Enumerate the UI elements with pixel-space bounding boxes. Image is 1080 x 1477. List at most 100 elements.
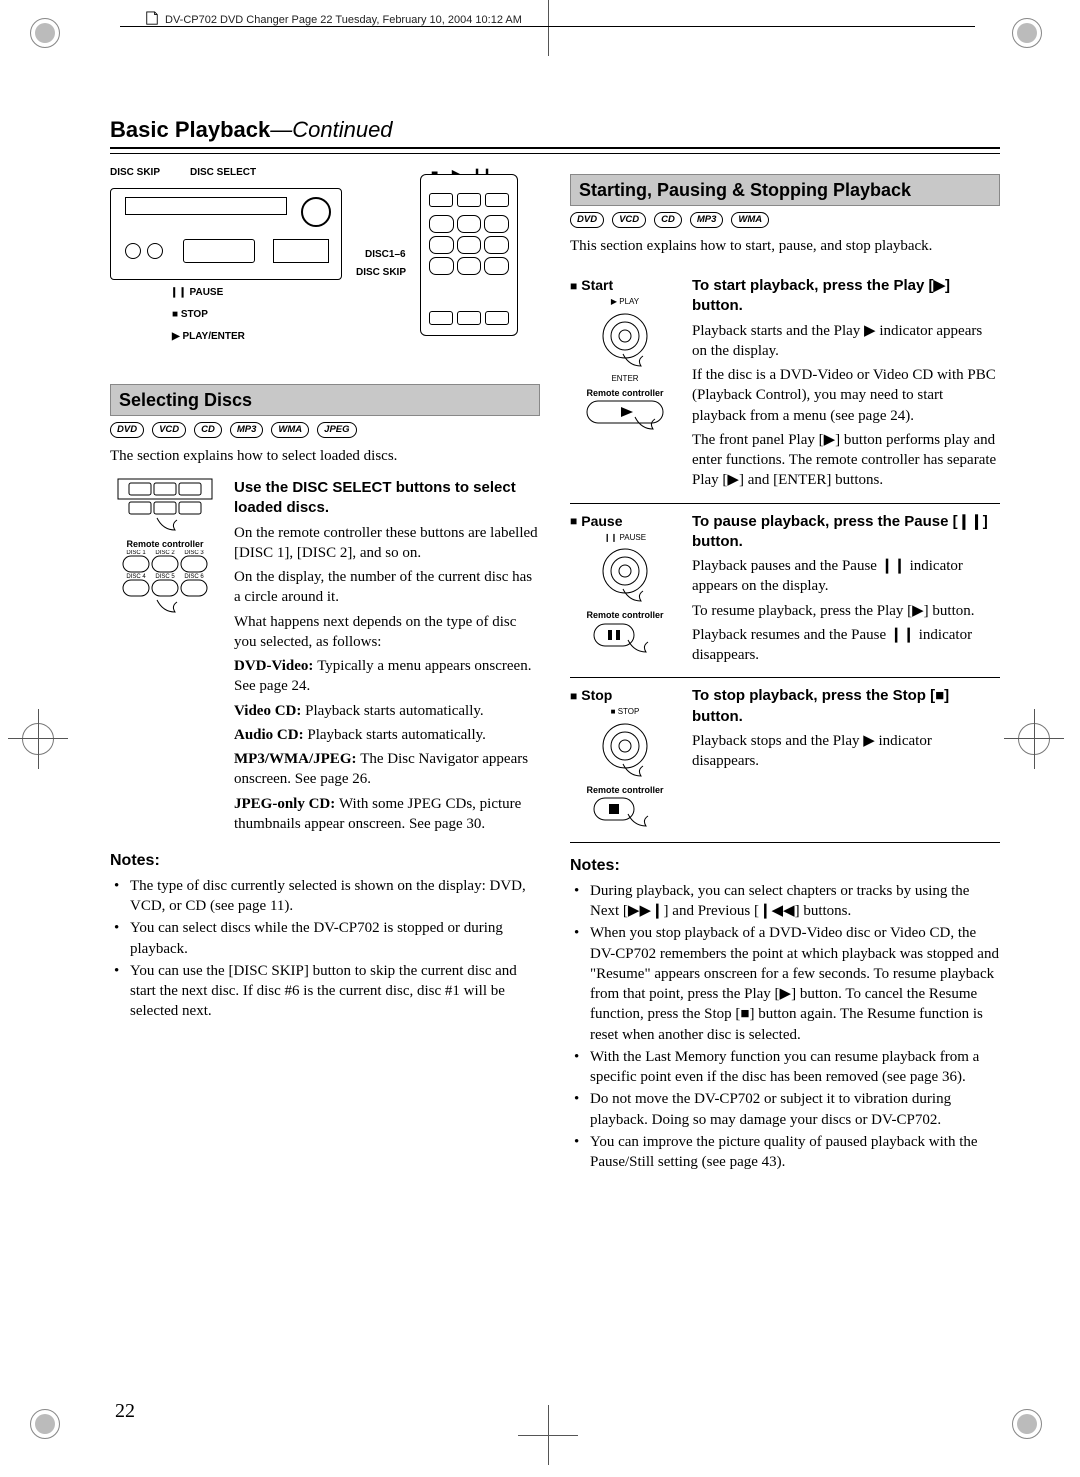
pause-button-icon [595,545,655,605]
instruction-audiocd: Audio CD: Playback starts automatically. [234,725,540,745]
badge-wma: WMA [731,212,769,228]
stop-label: Stop [581,686,612,705]
svg-text:DISC 2: DISC 2 [155,550,175,556]
pause-p2: To resume playback, press the Play [▶] b… [692,601,1000,621]
playback-text-col: To stop playback, press the Stop [■] but… [692,686,1000,775]
cross-mark [518,1405,578,1465]
start-label: Start [581,276,613,295]
running-header: DV-CP702 DVD Changer Page 22 Tuesday, Fe… [145,10,522,31]
playback-row-pause: ■Pause ❙❙ PAUSE Remote controller [570,503,1000,678]
label-pause: ❙❙ PAUSE [170,286,223,300]
badge-vcd: VCD [612,212,646,228]
remote-play-icon [585,399,665,435]
instruction-p2: On the display, the number of the curren… [234,567,540,608]
badge-dvd: DVD [570,212,604,228]
badge-wma: WMA [271,422,309,438]
instruction-p1: On the remote controller these buttons a… [234,523,540,564]
badge-jpeg: JPEG [317,422,356,438]
notes-heading-right: Notes: [570,855,1000,877]
disc-select-panel-icon [117,478,213,534]
note-item: Do not move the DV-CP702 or subject it t… [574,1089,1000,1130]
note-item: When you stop playback of a DVD-Video di… [574,923,1000,1045]
registration-mark [22,723,54,755]
notes-heading-left: Notes: [110,850,540,872]
instruction-videocd: Video CD: Playback starts automatically. [234,701,540,721]
registration-mark [1018,723,1050,755]
page-number: 22 [115,1398,135,1425]
badge-mp3: MP3 [230,422,264,438]
svg-text:DISC 5: DISC 5 [155,574,175,580]
playback-label-col: ■Start ▶ PLAY ENTER Remote controller [570,276,680,439]
book-icon [145,10,159,31]
pause-p1: Playback pauses and the Pause ❙❙ indicat… [692,556,1000,597]
label-disc-select: DISC SELECT [190,166,256,180]
instruction-jpeg: JPEG-only CD: With some JPEG CDs, pictur… [234,794,540,835]
section-title-suffix: —Continued [270,117,392,142]
section-rule [110,147,1000,154]
instruction-mp3: MP3/WMA/JPEG: The Disc Navigator appears… [234,749,540,790]
svg-text:DISC 1: DISC 1 [126,550,146,556]
notes-list-right: During playback, you can select chapters… [574,881,1000,1173]
remote-caption: Remote controller [570,609,680,621]
label-play-enter: ▶ PLAY/ENTER [172,330,245,344]
label-stop: ■ STOP [172,308,208,322]
pause-p3: Playback resumes and the Pause ❙❙ indica… [692,625,1000,666]
left-column: DISC SKIP DISC SELECT ❙❙ PAUSE ■ STOP ▶ … [110,166,540,1175]
stop-lead: To stop playback, press the Stop [■] but… [692,686,1000,727]
svg-text:DISC 3: DISC 3 [184,550,204,556]
note-item: During playback, you can select chapters… [574,881,1000,922]
instruction-row: Remote controller DISC 1 DISC 2 DISC 3 D… [110,478,540,838]
playback-text-col: To pause playback, press the Pause [❙❙] … [692,512,1000,670]
badge-vcd: VCD [152,422,186,438]
label-disc-skip-2: DISC SKIP [356,266,406,280]
format-badges-selecting: DVD VCD CD MP3 WMA JPEG [110,422,540,438]
pause-lead: To pause playback, press the Pause [❙❙] … [692,512,1000,553]
remote-caption: Remote controller [570,784,680,796]
note-item: The type of disc currently selected is s… [114,876,540,917]
instruction-dvd: DVD-Video: Typically a menu appears onsc… [234,656,540,697]
instruction-icon-column: Remote controller DISC 1 DISC 2 DISC 3 D… [110,478,220,624]
badge-cd: CD [194,422,222,438]
instruction-text-column: Use the DISC SELECT buttons to select lo… [234,478,540,838]
registration-dot [30,18,60,48]
note-item: You can improve the picture quality of p… [574,1132,1000,1173]
starting-intro: This section explains how to start, paus… [570,236,1000,256]
instruction-lead: Use the DISC SELECT buttons to select lo… [234,478,540,519]
remote-pause-icon [592,622,658,656]
remote-caption: Remote controller [570,387,680,399]
format-badges-starting: DVD VCD CD MP3 WMA [570,212,1000,228]
note-item: You can use the [DISC SKIP] button to sk… [114,961,540,1022]
manual-page: DV-CP702 DVD Changer Page 22 Tuesday, Fe… [0,0,1080,1477]
start-lead: To start playback, press the Play [▶] bu… [692,276,1000,317]
playback-label-col: ■Pause ❙❙ PAUSE Remote controller [570,512,680,660]
disc-select-remote-icon: DISC 1 DISC 2 DISC 3 DISC 4 DISC 5 DISC … [117,550,213,620]
two-column-layout: DISC SKIP DISC SELECT ❙❙ PAUSE ■ STOP ▶ … [110,166,1000,1175]
play-button-icon [595,310,655,370]
registration-dot [1012,1409,1042,1439]
remote-outline [420,174,518,336]
cross-mark [518,0,578,56]
playback-row-start: ■Start ▶ PLAY ENTER Remote controller [570,268,1000,503]
instruction-p3: What happens next depends on the type of… [234,612,540,653]
player-outline [110,188,342,280]
note-item: With the Last Memory function you can re… [574,1047,1000,1088]
registration-dot [30,1409,60,1439]
notes-list-left: The type of disc currently selected is s… [114,876,540,1022]
selecting-discs-heading: Selecting Discs [110,384,540,416]
registration-dot [1012,18,1042,48]
start-p2: If the disc is a DVD-Video or Video CD w… [692,365,1000,426]
remote-stop-icon [592,796,658,830]
playback-row-stop: ■Stop ■ STOP Remote controller [570,677,1000,843]
label-disc-1-6: DISC1–6 [365,248,406,262]
section-title-main: Basic Playback [110,117,270,142]
playback-label-col: ■Stop ■ STOP Remote controller [570,686,680,834]
badge-dvd: DVD [110,422,144,438]
section-title: Basic Playback—Continued [110,115,1000,145]
playback-text-col: To start playback, press the Play [▶] bu… [692,276,1000,495]
right-column: Starting, Pausing & Stopping Playback DV… [570,166,1000,1175]
running-header-text: DV-CP702 DVD Changer Page 22 Tuesday, Fe… [165,13,522,28]
stop-p1: Playback stops and the Play ▶ indicator … [692,731,1000,772]
note-item: You can select discs while the DV-CP702 … [114,918,540,959]
stop-button-icon [595,720,655,780]
pause-label: Pause [581,512,622,531]
